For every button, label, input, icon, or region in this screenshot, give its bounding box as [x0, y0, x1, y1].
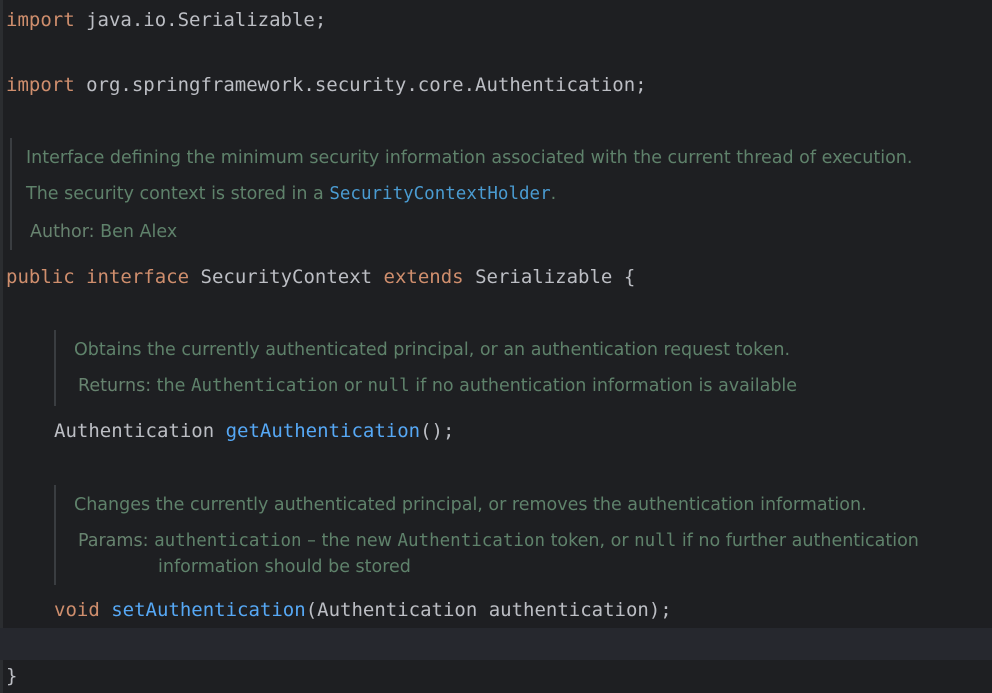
- method-params: ();: [420, 420, 455, 442]
- doc-code: null: [634, 531, 677, 551]
- doc-tag-label: Returns:: [78, 376, 152, 396]
- set-method-javadoc: Changes the currently authenticated prin…: [54, 485, 992, 585]
- method-params: (Authentication authentication);: [305, 599, 672, 621]
- keyword: import: [6, 74, 75, 96]
- keyword: void: [54, 599, 100, 621]
- keyword: import: [6, 9, 75, 31]
- import-path: org.springframework.security.core.Authen…: [74, 74, 647, 96]
- code-editor[interactable]: import java.io.Serializable; import org.…: [0, 0, 992, 693]
- code-line-get-authentication[interactable]: Authentication getAuthentication();: [54, 419, 454, 443]
- doc-params: Params: authentication – the new Authent…: [78, 529, 919, 553]
- doc-tag-label: Params:: [78, 531, 149, 551]
- doc-description: Interface defining the minimum security …: [26, 148, 913, 168]
- doc-description: Obtains the currently authenticated prin…: [74, 340, 791, 360]
- code-line-close-brace[interactable]: }: [6, 664, 17, 688]
- doc-tag-label: Author:: [30, 222, 95, 242]
- editor-gutter: [0, 0, 3, 693]
- doc-code: Authentication: [397, 531, 545, 551]
- doc-text: The security context is stored in a: [26, 184, 330, 204]
- doc-text: .: [550, 184, 557, 204]
- doc-code: null: [367, 376, 410, 396]
- doc-params-line2: information should be stored: [158, 557, 411, 577]
- import-path: java.io.Serializable;: [74, 9, 327, 31]
- doc-text: – the new: [301, 531, 398, 551]
- code-line-import-serializable[interactable]: import java.io.Serializable;: [6, 8, 326, 32]
- doc-link-securitycontextholder[interactable]: SecurityContextHolder: [329, 184, 550, 204]
- doc-text: the: [156, 376, 191, 396]
- doc-text: if no further authentication: [676, 531, 919, 551]
- doc-code: Authentication: [190, 376, 339, 396]
- doc-text: if no authentication information is avai…: [409, 376, 798, 396]
- close-brace: }: [6, 665, 18, 687]
- get-method-javadoc: Obtains the currently authenticated prin…: [54, 330, 956, 406]
- doc-description: Changes the currently authenticated prin…: [74, 495, 867, 515]
- doc-text: token, or: [545, 531, 635, 551]
- code-line-set-authentication[interactable]: void setAuthentication(Authentication au…: [54, 598, 672, 622]
- method-name: getAuthentication: [225, 420, 421, 442]
- doc-author-value: Ben Alex: [100, 222, 178, 242]
- doc-returns: Returns: the Authentication or null if n…: [78, 374, 797, 398]
- parent-type: Serializable: [475, 266, 613, 288]
- code-line-import-authentication[interactable]: import org.springframework.security.core…: [6, 73, 647, 97]
- doc-author: Author: Ben Alex: [30, 220, 177, 244]
- doc-description-line2: The security context is stored in a Secu…: [26, 182, 556, 206]
- keyword: extends: [383, 266, 464, 288]
- open-brace: {: [623, 266, 636, 288]
- keyword: interface: [86, 266, 190, 288]
- doc-text: or: [338, 376, 368, 396]
- class-name: SecurityContext: [200, 266, 373, 288]
- method-name: setAuthentication: [111, 599, 306, 621]
- doc-param-name: authentication: [154, 531, 302, 551]
- keyword: public: [6, 266, 75, 288]
- current-line-highlight: [0, 628, 992, 660]
- class-javadoc: Interface defining the minimum security …: [10, 138, 982, 250]
- return-type: Authentication: [54, 420, 215, 442]
- code-line-class-declaration[interactable]: public interface SecurityContext extends…: [6, 265, 635, 289]
